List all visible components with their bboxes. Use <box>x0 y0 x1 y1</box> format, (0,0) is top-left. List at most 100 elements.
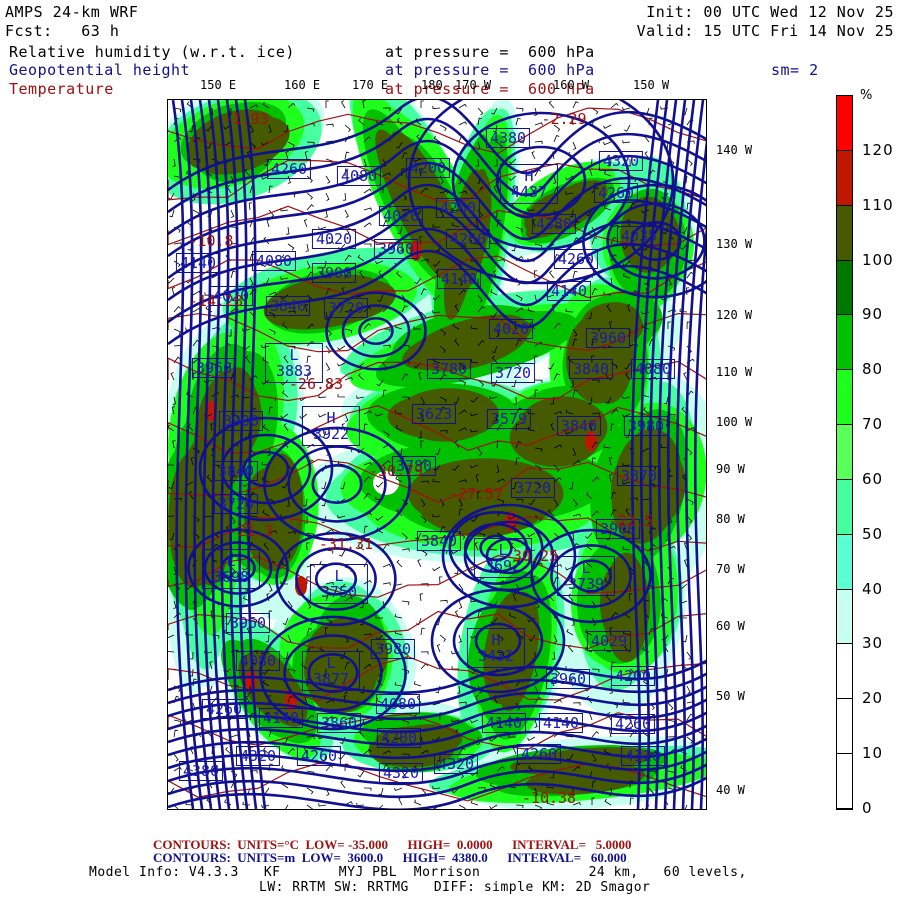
colorbar-tick-label: 40 <box>862 579 884 598</box>
height-contour-label: 4020 <box>311 229 357 249</box>
colorbar-segment <box>837 479 852 535</box>
colorbar-unit: % <box>860 88 874 103</box>
pressure-center-marker: L <box>326 654 336 672</box>
latitude-label: 130 W <box>716 237 753 251</box>
height-contour-label: 3960 <box>545 669 591 689</box>
longitude-label: 170 W <box>455 78 492 92</box>
height-contour-label: 3720 <box>323 298 369 318</box>
colorbar-tick-label: 80 <box>862 360 884 379</box>
field-height-level: at pressure = 600 hPa <box>385 61 595 79</box>
colorbar-segment <box>837 96 852 151</box>
colorbar-tick-label: 100 <box>862 250 894 269</box>
height-contour-label: 4140 <box>538 713 584 733</box>
height-contour-label: 3960 <box>373 239 419 259</box>
height-contour-label: 3720 <box>213 494 259 514</box>
pressure-center-value: 3432 <box>477 647 515 665</box>
colorbar-tick-label: 120 <box>862 140 894 159</box>
colorbar-tick-label: 60 <box>862 469 884 488</box>
colorbar-segment <box>837 370 852 426</box>
height-contour-label: 3840 <box>416 531 462 551</box>
height-contour-label: 4260 <box>445 229 491 249</box>
model-info: Model Info: V4.3.3 KF MYJ PBL Morrison 2… <box>89 865 747 880</box>
colorbar-segment <box>837 150 852 206</box>
colorbar-tick-label: 10 <box>862 744 884 763</box>
field-rh-name: Relative humidity (w.r.t. ice) <box>9 43 295 61</box>
latitude-label: 100 W <box>716 415 753 429</box>
height-contour-label: 4380 <box>178 761 224 781</box>
height-contour-label: 4080 <box>375 694 421 714</box>
pressure-center-marker: H <box>524 167 534 185</box>
height-contour-label: 4140 <box>258 708 304 728</box>
height-contour-label: 4029 <box>586 631 632 651</box>
latitude-label: 110 W <box>716 365 753 379</box>
temperature-contour-label: -30.79 <box>368 462 424 480</box>
field-rh-level: at pressure = 600 hPa <box>385 43 595 61</box>
height-contour-label: 3980 <box>623 416 669 436</box>
height-contour-label: 4320 <box>235 746 281 766</box>
height-contour-label: 4080 <box>630 359 676 379</box>
temperature-contour-label: -2.29 <box>541 110 587 128</box>
pressure-center-value: 3698 <box>212 568 250 586</box>
longitude-label: 180 <box>421 78 443 92</box>
height-contour-label: 3780 <box>426 359 472 379</box>
height-contour-label: 3900 <box>311 263 357 283</box>
colorbar-tick-label: 70 <box>862 415 884 434</box>
height-contour-label: 4320 <box>433 754 479 774</box>
height-contour-label: 4260 <box>553 249 599 269</box>
latitude-label: 120 W <box>716 308 753 322</box>
height-contour-label: 3960 <box>225 613 271 633</box>
height-contour-label: 3980 <box>370 639 416 659</box>
temperature-contour-label: -14.28 <box>188 292 244 310</box>
colorbar-segment <box>837 589 852 645</box>
colorbar-segment <box>837 699 852 755</box>
height-contour-label: 4200 <box>376 728 422 748</box>
pressure-center-marker: H <box>491 631 501 649</box>
colorbar-segment <box>837 425 852 480</box>
temperature-contour-label: -31.31 <box>318 535 374 553</box>
pressure-center-value: 3922 <box>312 425 350 443</box>
height-contour-label: H 3432 <box>466 628 526 668</box>
colorbar-segment <box>837 205 852 261</box>
latitude-label: 60 W <box>716 619 745 633</box>
height-contour-label: 3840 <box>265 296 311 316</box>
temperature-contour-label: -26.83 <box>288 375 344 393</box>
pressure-center-marker: L <box>226 552 236 570</box>
height-contour-label: 4320 <box>378 763 424 783</box>
height-contour-label: 4080 <box>235 651 281 671</box>
height-contour-info: CONTOURS: UNITS=m LOW= 3600.0 HIGH= 4380… <box>153 850 627 865</box>
height-contour-label: 4260 <box>593 183 639 203</box>
colorbar-tick-label: 30 <box>862 634 884 653</box>
latitude-label: 40 W <box>716 783 745 797</box>
temperature-contour-label: -21.3 <box>228 522 274 540</box>
colorbar-tick-label: 0 <box>862 799 873 817</box>
colorbar-tick-label: 50 <box>862 524 884 543</box>
pressure-center-marker: L <box>581 559 591 577</box>
height-contour-label: 4080 <box>251 251 297 271</box>
field-height-name: Geopotential height <box>9 61 191 79</box>
height-contour-label: 4200 <box>610 666 656 686</box>
height-contour-label: L 3698 <box>201 549 261 589</box>
weather-map: 4380 4260 4080 4200 4320 H 4437 4260 4020 4260 438… <box>167 99 707 810</box>
height-contour-label: L 3877 <box>301 651 361 691</box>
latitude-label: 80 W <box>716 512 745 526</box>
colorbar-segment <box>837 754 852 809</box>
height-contour-label: 4380 <box>531 214 577 234</box>
height-contour-label: 3900 <box>218 411 264 431</box>
pressure-center-value: 3750 <box>320 583 358 601</box>
temperature-contour-label: -27.57 <box>448 485 504 503</box>
pressure-center-marker: L <box>289 346 299 364</box>
height-contour-label: 4140 <box>481 713 527 733</box>
latitude-label: 70 W <box>716 562 745 576</box>
colorbar-tick-label: 90 <box>862 305 884 324</box>
temperature-contour-label: -1.93 <box>223 110 269 128</box>
field-temp-name: Temperature <box>9 80 114 98</box>
height-contour-label: 3860 <box>316 713 362 733</box>
colorbar-tick-label: 110 <box>862 195 894 214</box>
latitude-label: 90 W <box>716 462 745 476</box>
height-contour-label: 3720 <box>510 478 556 498</box>
pressure-center-value: 3877 <box>312 670 350 688</box>
pressure-center-value: 4437 <box>510 183 548 201</box>
height-contour-label: 3720 <box>490 363 536 383</box>
latitude-label: 50 W <box>716 689 745 703</box>
model-title: AMPS 24-km WRF <box>5 3 139 21</box>
